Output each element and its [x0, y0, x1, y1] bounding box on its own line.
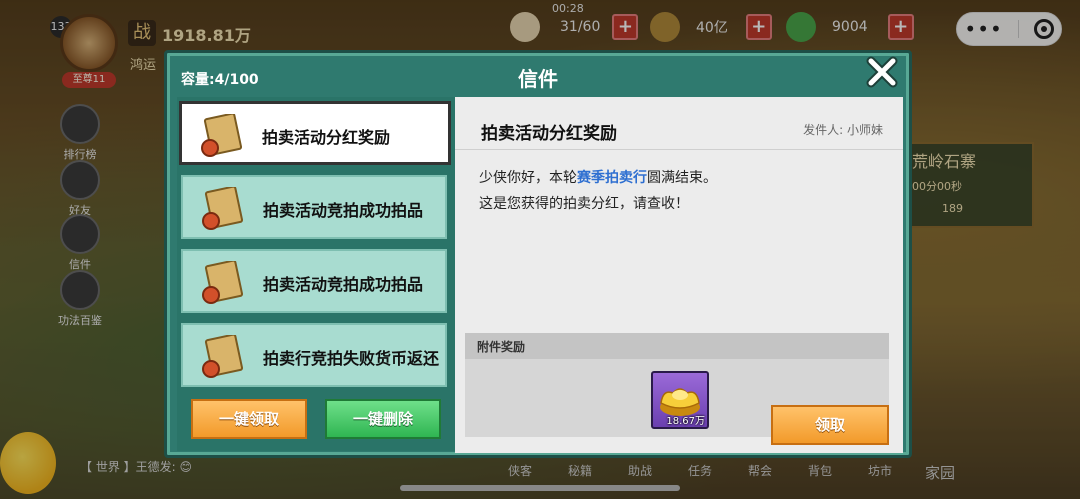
mail-item-label: 拍卖活动分红奖励 [262, 128, 391, 147]
envelope-icon [202, 187, 243, 230]
mail-item-label: 拍卖活动竞拍成功拍品 [263, 275, 424, 294]
reward-item[interactable]: 18.67万 [651, 371, 709, 429]
mail-subject: 拍卖活动分红奖励 [481, 124, 617, 144]
mail-item-label: 拍卖活动竞拍成功拍品 [263, 201, 424, 220]
mail-body-line1-post: 圆满结束。 [647, 170, 717, 186]
detail-divider [455, 149, 903, 150]
reward-quantity: 18.67万 [666, 416, 705, 427]
mail-dialog: 容量:4/100 信件 拍卖活动分红奖励 拍卖活动竞拍成功拍品 拍卖活动竞拍成功… [164, 50, 912, 458]
auction-highlight: 赛季拍卖行 [577, 170, 647, 186]
mail-header: 容量:4/100 信件 [167, 53, 909, 97]
claim-all-button[interactable]: 一键领取 [191, 399, 307, 439]
mail-item[interactable]: 拍卖活动竞拍成功拍品 [181, 249, 447, 313]
mail-body-line1-pre: 少侠你好，本轮 [479, 170, 577, 186]
mail-item[interactable]: 拍卖活动分红奖励 [179, 101, 451, 165]
close-icon [866, 56, 898, 88]
claim-button[interactable]: 领取 [771, 405, 889, 445]
attachment-header: 附件奖励 [465, 333, 889, 359]
mail-body-line1: 少侠你好，本轮赛季拍卖行圆满结束。 [479, 167, 717, 187]
envelope-icon [202, 335, 243, 378]
envelope-icon [202, 261, 243, 304]
mail-title: 信件 [518, 67, 558, 91]
mail-list: 拍卖活动分红奖励 拍卖活动竞拍成功拍品 拍卖活动竞拍成功拍品 拍卖行竞拍失败货币… [177, 97, 455, 451]
delete-all-button[interactable]: 一键删除 [325, 399, 441, 439]
mail-body-line2: 这是您获得的拍卖分红，请查收！ [479, 196, 689, 212]
close-button[interactable] [865, 55, 899, 89]
mail-detail: 拍卖活动分红奖励 发件人: 小师妹 少侠你好，本轮赛季拍卖行圆满结束。 这是您获… [455, 97, 903, 453]
mail-item[interactable]: 拍卖活动竞拍成功拍品 [181, 175, 447, 239]
mail-sender: 发件人: 小师妹 [803, 123, 883, 137]
attachment-title: 附件奖励 [477, 340, 526, 354]
mail-item[interactable]: 拍卖行竞拍失败货币返还 [181, 323, 447, 387]
mail-item-label: 拍卖行竞拍失败货币返还 [263, 349, 440, 368]
envelope-icon [201, 114, 242, 157]
